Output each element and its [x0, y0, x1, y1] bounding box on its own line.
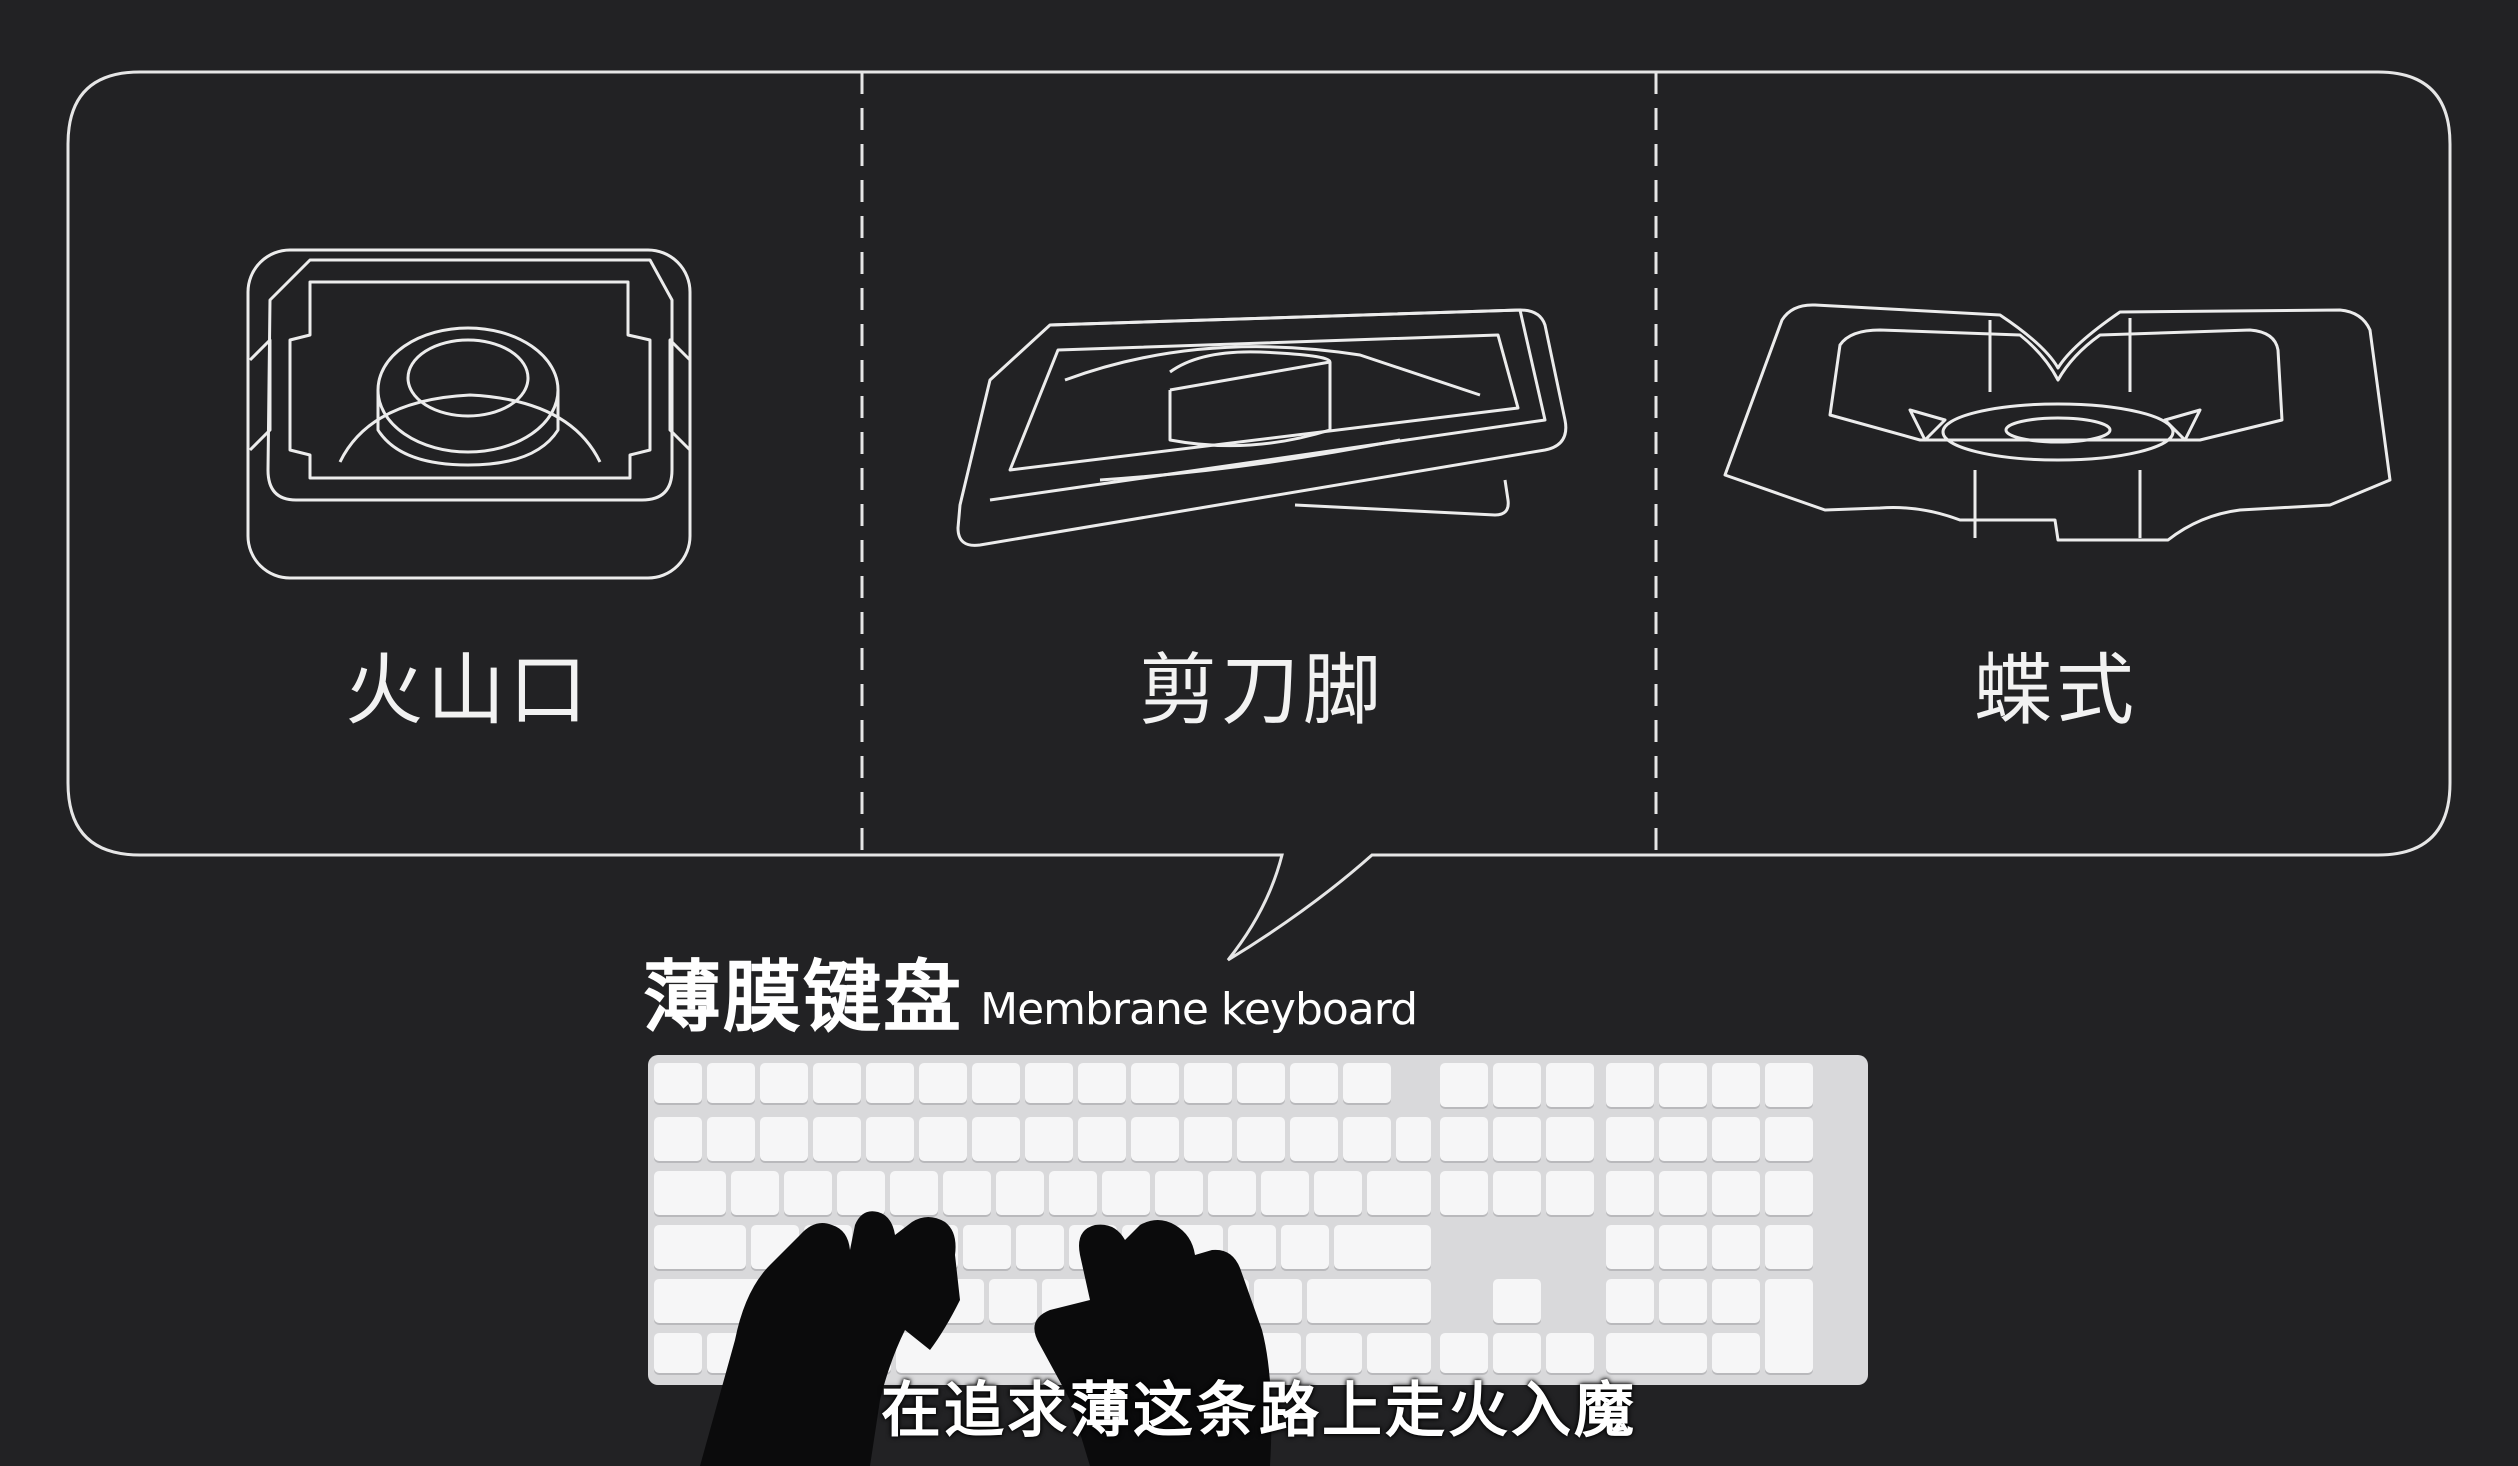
video-frame: 火山口 剪刀脚 蝶式 薄膜键盘 Membrane keyboard 在追求薄这条… [0, 0, 2518, 1466]
hands-silhouette [700, 1211, 1272, 1466]
subtitle: 在追求薄这条路上走火入魔 [881, 1376, 1637, 1446]
